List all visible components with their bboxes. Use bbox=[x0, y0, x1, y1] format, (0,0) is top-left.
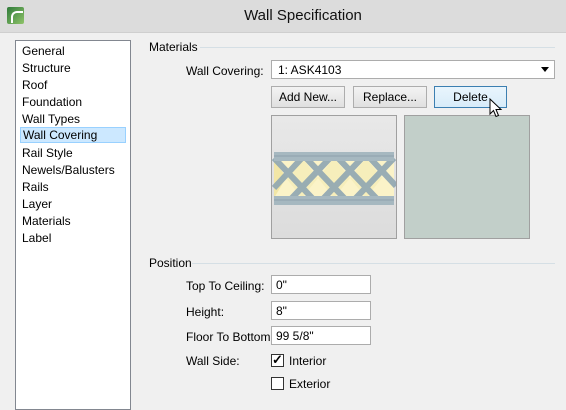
window-title: Wall Specification bbox=[244, 7, 362, 24]
position-group-label: Position bbox=[149, 256, 192, 270]
floor-to-bottom-value: 99 5/8" bbox=[276, 329, 314, 343]
wall-covering-label: Wall Covering: bbox=[186, 64, 264, 78]
exterior-label[interactable]: Exterior bbox=[289, 377, 330, 391]
top-to-ceiling-value: 0" bbox=[276, 278, 287, 292]
nav-item-materials[interactable]: Materials bbox=[20, 213, 126, 229]
nav-item-structure[interactable]: Structure bbox=[20, 60, 126, 76]
nav-item-general[interactable]: General bbox=[20, 43, 126, 59]
nav-item-roof[interactable]: Roof bbox=[20, 77, 126, 93]
checkmark-icon: ✓ bbox=[272, 352, 283, 367]
height-value: 8" bbox=[276, 304, 287, 318]
wall-side-label: Wall Side: bbox=[186, 354, 240, 368]
chevron-down-icon[interactable] bbox=[541, 67, 549, 72]
material-preview bbox=[271, 115, 399, 239]
position-divider bbox=[192, 263, 555, 264]
floor-to-bottom-label: Floor To Bottom: bbox=[186, 330, 274, 344]
title-bar: Wall Specification bbox=[0, 0, 566, 33]
wall-covering-value: 1: ASK4103 bbox=[278, 63, 342, 77]
nav-item-wall-types[interactable]: Wall Types bbox=[20, 111, 126, 127]
lattice-texture-image bbox=[271, 152, 399, 205]
interior-label[interactable]: Interior bbox=[289, 354, 326, 368]
wall-covering-select[interactable]: 1: ASK4103 bbox=[271, 60, 555, 79]
interior-checkbox[interactable]: ✓ bbox=[271, 352, 284, 367]
replace-button[interactable]: Replace... bbox=[353, 86, 427, 108]
materials-divider bbox=[200, 47, 555, 48]
nav-item-label[interactable]: Label bbox=[20, 230, 126, 246]
mouse-pointer-icon bbox=[489, 98, 503, 118]
height-label: Height: bbox=[186, 305, 225, 319]
nav-item-foundation[interactable]: Foundation bbox=[20, 94, 126, 110]
color-preview-swatch bbox=[404, 115, 530, 239]
top-to-ceiling-label: Top To Ceiling: bbox=[186, 279, 265, 293]
nav-item-newels-balusters[interactable]: Newels/Balusters bbox=[20, 162, 126, 178]
category-list[interactable]: General Structure Roof Foundation Wall T… bbox=[15, 40, 131, 410]
nav-item-layer[interactable]: Layer bbox=[20, 196, 126, 212]
materials-group-label: Materials bbox=[149, 40, 198, 54]
height-input[interactable]: 8" bbox=[271, 301, 371, 320]
nav-item-rail-style[interactable]: Rail Style bbox=[20, 145, 126, 161]
exterior-checkbox[interactable] bbox=[271, 377, 284, 390]
top-to-ceiling-input[interactable]: 0" bbox=[271, 275, 371, 294]
add-new-button[interactable]: Add New... bbox=[271, 86, 345, 108]
nav-item-rails[interactable]: Rails bbox=[20, 179, 126, 195]
nav-item-wall-covering[interactable]: Wall Covering bbox=[20, 127, 126, 143]
floor-to-bottom-input[interactable]: 99 5/8" bbox=[271, 326, 371, 345]
